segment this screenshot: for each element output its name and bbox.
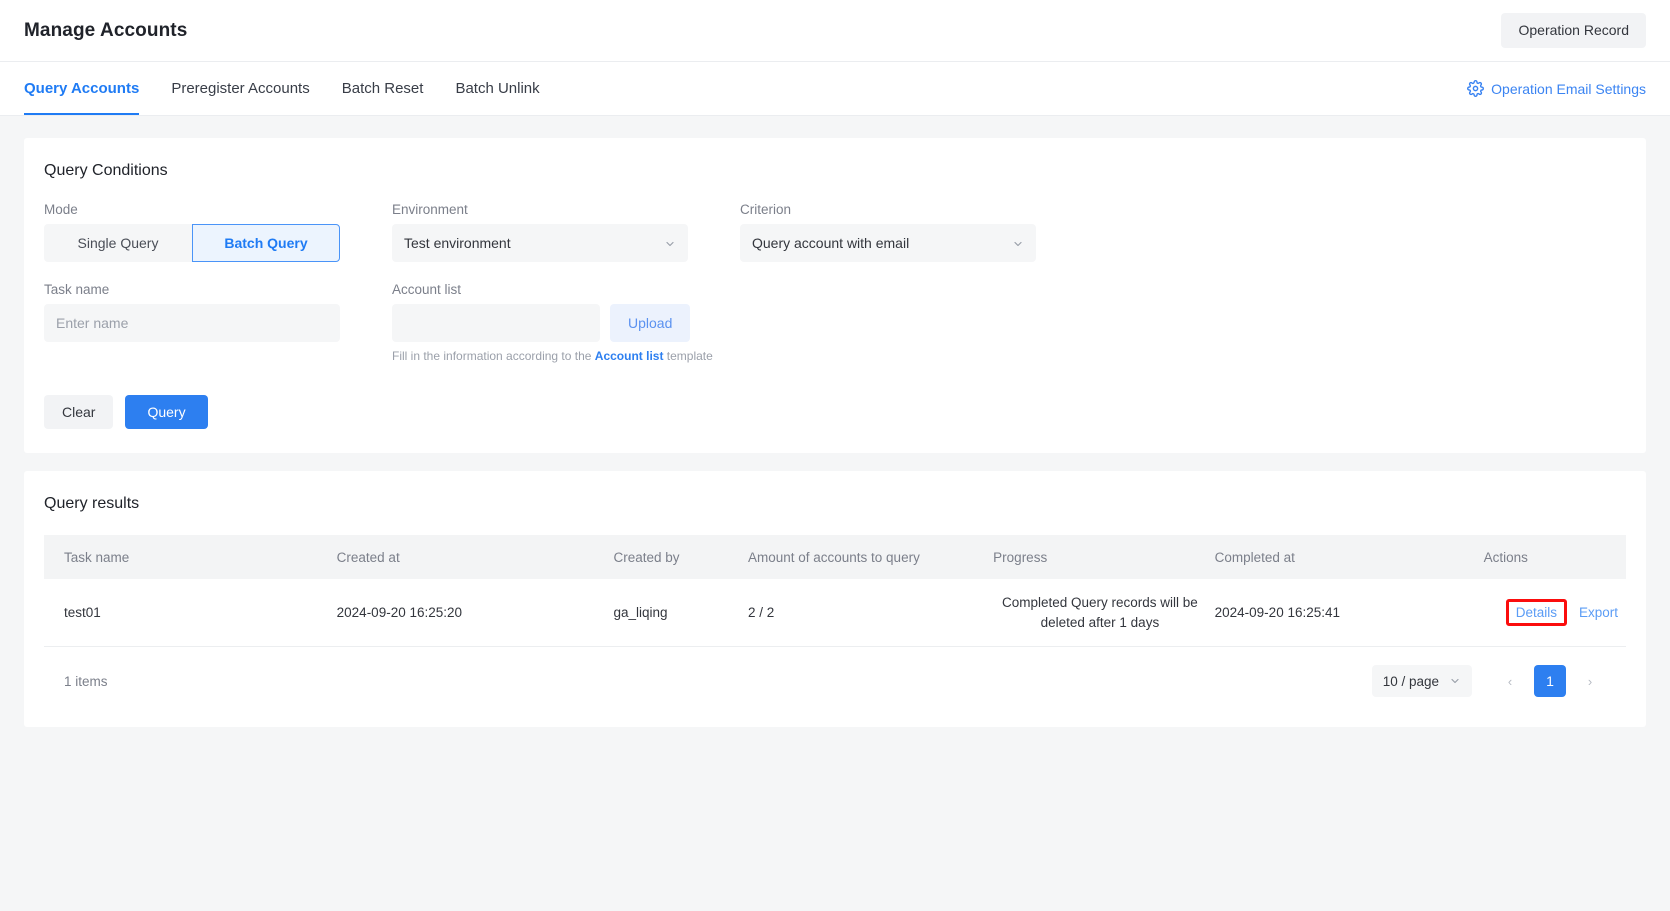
cell-actions: Details Export: [1483, 579, 1626, 648]
criterion-label: Criterion: [740, 202, 792, 217]
account-list-hint-prefix: Fill in the information according to the: [392, 349, 595, 363]
field-criterion: Criterion Query account with email: [740, 202, 1064, 262]
column-header-actions: Actions: [1483, 535, 1626, 579]
results-table-body: test01 2024-09-20 16:25:20 ga_liqing 2 /…: [44, 579, 1626, 648]
operation-record-button[interactable]: Operation Record: [1501, 13, 1646, 48]
mode-segmented-control: Single Query Batch Query: [44, 224, 340, 262]
pagination-controls: 10 / page ‹ 1 ›: [1371, 665, 1606, 698]
pagination-prev-button[interactable]: ‹: [1494, 665, 1526, 697]
gear-icon: [1467, 80, 1485, 97]
account-list-hint: Fill in the information according to the…: [392, 349, 716, 363]
table-row: test01 2024-09-20 16:25:20 ga_liqing 2 /…: [44, 579, 1626, 648]
page-title: Manage Accounts: [24, 19, 188, 41]
cell-task-name: test01: [44, 579, 337, 648]
column-header-progress: Progress: [993, 535, 1215, 579]
app-header: Manage Accounts Operation Record: [0, 0, 1670, 62]
export-link[interactable]: Export: [1579, 605, 1618, 620]
pagination-page-1[interactable]: 1: [1534, 665, 1566, 698]
query-results-card: Query results Task name Created at Creat…: [24, 471, 1646, 728]
tab-batch-unlink[interactable]: Batch Unlink: [439, 62, 555, 115]
operation-email-settings-label: Operation Email Settings: [1491, 80, 1646, 97]
task-name-input[interactable]: [44, 304, 340, 342]
tab-bar: Query Accounts Preregister Accounts Batc…: [0, 62, 1670, 116]
account-list-input[interactable]: [392, 304, 600, 342]
field-placeholder-col: [740, 282, 1064, 363]
form-row-2: Task name Account list Upload Fill in th…: [44, 282, 1626, 363]
environment-selected-value: Test environment: [404, 235, 511, 251]
form-row-1: Mode Single Query Batch Query Environmen…: [44, 202, 1626, 262]
clear-button[interactable]: Clear: [44, 395, 114, 429]
details-link[interactable]: Details: [1505, 598, 1567, 627]
page-size-select[interactable]: 10 / page: [1371, 665, 1472, 698]
tab-batch-reset[interactable]: Batch Reset: [326, 62, 440, 115]
environment-label: Environment: [392, 202, 468, 217]
query-button[interactable]: Query: [125, 395, 208, 429]
content-area: Query Conditions Mode Single Query Batch…: [0, 116, 1670, 728]
chevron-down-icon: [664, 237, 676, 249]
column-header-task-name: Task name: [44, 535, 337, 579]
query-results-title: Query results: [44, 495, 140, 512]
tab-preregister-accounts[interactable]: Preregister Accounts: [155, 62, 325, 115]
column-header-created-at: Created at: [336, 535, 614, 579]
environment-select[interactable]: Test environment: [392, 224, 688, 262]
app-root: Manage Accounts Operation Record Query A…: [0, 0, 1670, 911]
query-conditions-title: Query Conditions: [44, 162, 168, 179]
criterion-select[interactable]: Query account with email: [740, 224, 1036, 262]
row-action-links: Details Export: [1505, 598, 1618, 627]
pagination-total-count: 1 items: [64, 673, 108, 689]
mode-option-single-query[interactable]: Single Query: [44, 224, 192, 262]
upload-button[interactable]: Upload: [610, 304, 691, 342]
page-size-value: 10 / page: [1382, 673, 1439, 689]
chevron-down-icon: [1449, 675, 1461, 687]
column-header-completed-at: Completed at: [1214, 535, 1484, 579]
cell-amount: 2 / 2: [747, 579, 994, 648]
field-environment: Environment Test environment: [392, 202, 716, 262]
mode-option-batch-query[interactable]: Batch Query: [192, 224, 340, 262]
column-header-amount: Amount of accounts to query: [747, 535, 994, 579]
query-actions: Clear Query: [44, 395, 1626, 429]
results-table-head: Task name Created at Created by Amount o…: [44, 535, 1626, 579]
mode-label: Mode: [44, 202, 78, 217]
cell-created-by: ga_liqing: [613, 579, 748, 648]
tab-list: Query Accounts Preregister Accounts Batc…: [24, 62, 556, 115]
account-list-template-link[interactable]: Account list: [595, 349, 664, 363]
field-account-list: Account list Upload Fill in the informat…: [392, 282, 716, 363]
query-conditions-card: Query Conditions Mode Single Query Batch…: [24, 138, 1646, 453]
results-table: Task name Created at Created by Amount o…: [44, 535, 1626, 648]
account-list-upload-row: Upload: [392, 304, 716, 342]
cell-created-at: 2024-09-20 16:25:20: [336, 579, 614, 648]
operation-email-settings-link[interactable]: Operation Email Settings: [1467, 80, 1646, 97]
cell-progress: Completed Query records will be deleted …: [993, 579, 1215, 648]
criterion-selected-value: Query account with email: [752, 235, 910, 251]
table-header-row: Task name Created at Created by Amount o…: [44, 535, 1626, 579]
field-mode: Mode Single Query Batch Query: [44, 202, 368, 262]
cell-completed-at: 2024-09-20 16:25:41: [1214, 579, 1484, 648]
account-list-hint-suffix: template: [663, 349, 713, 363]
task-name-label: Task name: [44, 282, 110, 297]
pagination-next-button[interactable]: ›: [1574, 665, 1606, 697]
pagination-bar: 1 items 10 / page ‹ 1 ›: [44, 647, 1626, 703]
column-header-created-by: Created by: [613, 535, 748, 579]
field-task-name: Task name: [44, 282, 368, 363]
account-list-label: Account list: [392, 282, 462, 297]
tab-query-accounts[interactable]: Query Accounts: [24, 62, 155, 115]
chevron-down-icon: [1012, 237, 1024, 249]
